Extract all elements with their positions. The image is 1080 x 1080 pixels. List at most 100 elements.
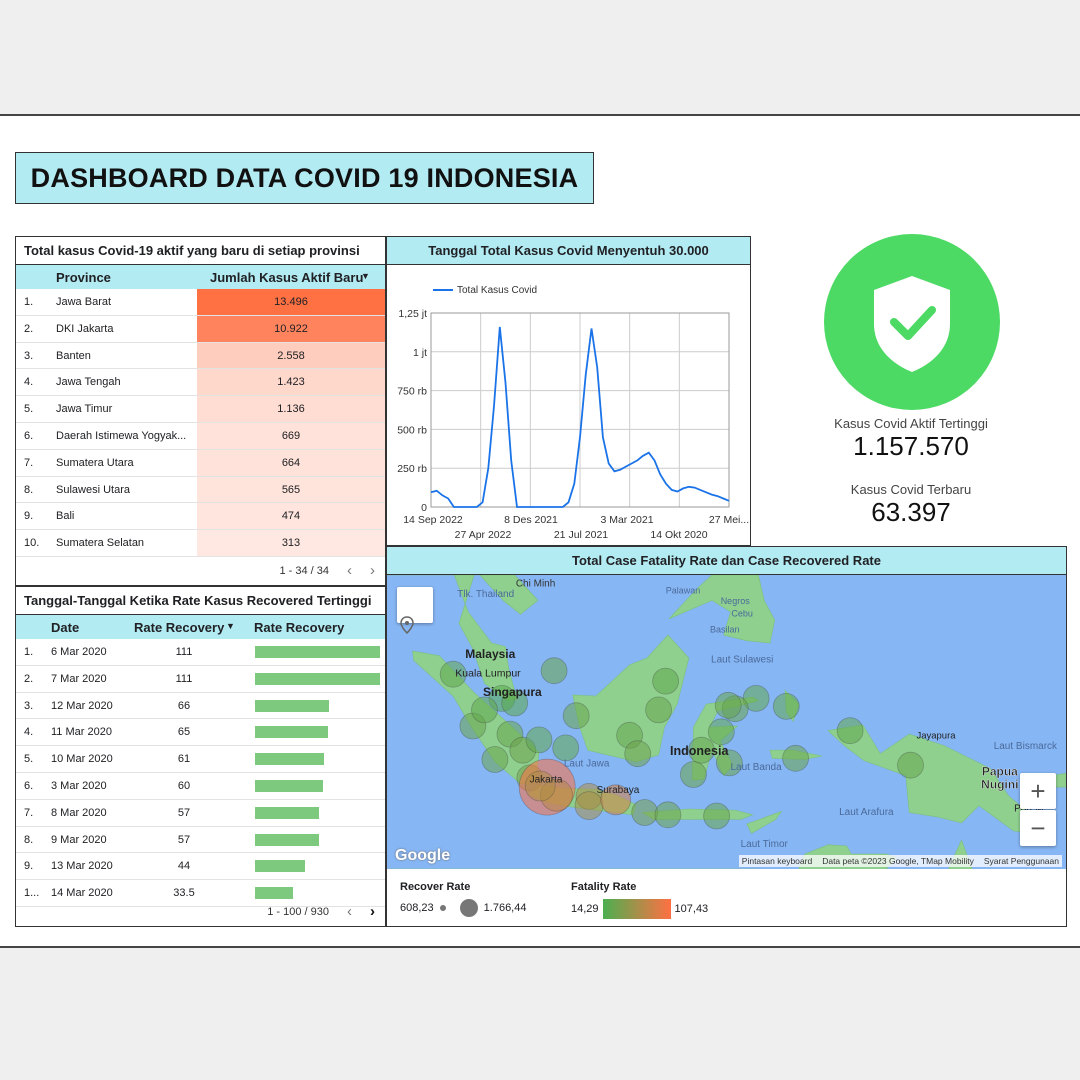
table-row[interactable]: 5. 10 Mar 2020 61 — [16, 746, 385, 773]
line-chart-panel: Tanggal Total Kasus Covid Menyentuh 30.0… — [386, 236, 751, 546]
col-rate-bar-header[interactable]: Rate Recovery — [254, 620, 344, 635]
table-row[interactable]: 1. Jawa Barat 13.496 — [16, 289, 385, 316]
col-active-cases-header[interactable]: Jumlah Kasus Aktif Baru — [210, 270, 363, 285]
map-label: Laut Jawa — [564, 758, 610, 769]
map-bubble[interactable] — [645, 696, 673, 724]
active-cases-value: 1.423 — [277, 376, 305, 389]
date-value: 14 Mar 2020 — [51, 887, 113, 900]
map-label: Nugini — [981, 778, 1018, 792]
prev-page-icon[interactable]: ‹ — [347, 562, 352, 579]
province-name: Sumatera Selatan — [56, 537, 145, 550]
province-name: DKI Jakarta — [56, 322, 114, 335]
y-tick-label: 750 rb — [397, 386, 427, 398]
table-row[interactable]: 6. Daerah Istimewa Yogyak... 669 — [16, 422, 385, 450]
bubble-map[interactable]: Tlk. ThailandChi Minh Malaysia Kuala Lumpu… — [387, 575, 1066, 869]
table-row[interactable]: 8. 9 Mar 2020 57 — [16, 827, 385, 854]
map-bubble[interactable] — [714, 691, 742, 719]
map-label: Jayapura — [916, 731, 956, 742]
y-tick-label: 0 — [421, 502, 427, 514]
row-number: 1. — [24, 296, 34, 308]
province-table-panel: Total kasus Covid-19 aktif yang baru di … — [15, 236, 386, 586]
active-cases-value: 13.496 — [274, 296, 308, 308]
map-bubble[interactable] — [836, 717, 864, 745]
table-row[interactable]: 3. 12 Mar 2020 66 — [16, 693, 385, 720]
table-row[interactable]: 9. Bali 474 — [16, 503, 385, 531]
table-row[interactable]: 3. Banten 2.558 — [16, 342, 385, 370]
map-bubble[interactable] — [481, 746, 509, 773]
location-pin-icon[interactable] — [397, 587, 433, 635]
terms-link[interactable]: Syarat Penggunaan — [984, 856, 1059, 866]
active-cases-value: 1.136 — [277, 403, 305, 416]
map-bubble[interactable] — [471, 696, 498, 724]
map-label: Malaysia — [465, 647, 515, 661]
table-row[interactable]: 9. 13 Mar 2020 44 — [16, 853, 385, 881]
map-bubble[interactable] — [897, 751, 924, 779]
map-bubble[interactable] — [562, 702, 590, 730]
province-table-body: 1. Jawa Barat 13.496 2. DKI Jakarta 10.922 3. B… — [16, 289, 385, 557]
table-row[interactable]: 7. Sumatera Utara 664 — [16, 449, 385, 477]
y-tick-label: 1 jt — [413, 347, 427, 359]
table-row[interactable]: 4. 11 Mar 2020 65 — [16, 719, 385, 747]
map-label: Laut Banda — [731, 762, 783, 773]
kpi-active-value: 1.157.570 — [853, 431, 969, 461]
kpi-active-label: Kasus Covid Aktif Tertinggi — [834, 416, 988, 431]
table-row[interactable]: 10. Sumatera Selatan 313 — [16, 530, 385, 557]
zoom-in-button[interactable]: + — [1020, 773, 1056, 809]
table-row[interactable]: 1. 6 Mar 2020 111 — [16, 639, 385, 666]
map-bubble[interactable] — [552, 734, 580, 762]
table-row[interactable]: 5. Jawa Timur 1.136 — [16, 396, 385, 423]
line-chart-heading: Tanggal Total Kasus Covid Menyentuh 30.0… — [387, 237, 750, 265]
row-number: 3. — [24, 699, 34, 712]
row-number: 8. — [24, 833, 34, 846]
rate-value: 57 — [177, 806, 191, 819]
map-bubble[interactable] — [707, 718, 735, 746]
map-bubble[interactable] — [703, 802, 731, 830]
map-bubble[interactable] — [540, 657, 568, 685]
map-bubble[interactable] — [679, 761, 707, 788]
x-tick-label: 27 Apr 2022 — [455, 529, 512, 541]
map-heading: Total Case Fatality Rate dan Case Recove… — [387, 547, 1066, 575]
zoom-out-button[interactable]: − — [1020, 810, 1056, 846]
next-page-icon[interactable]: › — [370, 903, 375, 920]
table-row[interactable]: 2. DKI Jakarta 10.922 — [16, 315, 385, 343]
recover-legend-title: Recover Rate — [400, 881, 471, 893]
province-name: Bali — [56, 510, 75, 523]
keyboard-shortcuts-link[interactable]: Pintasan keyboard — [742, 856, 812, 866]
map-label: Chi Minh — [516, 579, 555, 590]
prev-page-icon[interactable]: ‹ — [347, 903, 352, 920]
sort-down-icon[interactable]: ▼ — [226, 621, 235, 631]
map-bubble[interactable] — [772, 692, 800, 720]
map-bubble[interactable] — [652, 667, 680, 695]
table-row[interactable]: 8. Sulawesi Utara 565 — [16, 476, 385, 504]
map-bubble[interactable] — [525, 726, 553, 754]
map-label: Palawan — [666, 585, 701, 595]
col-province-header[interactable]: Province — [56, 270, 111, 285]
map-bubble[interactable] — [654, 801, 682, 829]
province-name: Sulawesi Utara — [56, 483, 130, 496]
x-tick-label: 8 Des 2021 — [504, 514, 558, 526]
map-bubble[interactable] — [782, 744, 810, 772]
table-row[interactable]: 7. 8 Mar 2020 57 — [16, 800, 385, 827]
map-bubble[interactable] — [624, 740, 652, 768]
fatality-rate-legend: Fatality Rate 14,29 107,43 — [571, 881, 708, 919]
active-cases-value: 474 — [281, 510, 301, 523]
next-page-icon[interactable]: › — [370, 562, 375, 579]
map-bubble[interactable] — [631, 799, 659, 826]
recovery-table-heading: Tanggal-Tanggal Ketika Rate Kasus Recove… — [16, 587, 385, 615]
col-rate-header[interactable]: Rate Recovery — [134, 620, 224, 635]
map-label: Laut Arafura — [839, 807, 894, 818]
table-row[interactable]: 4. Jawa Tengah 1.423 — [16, 369, 385, 397]
table-row[interactable]: 6. 3 Mar 2020 60 — [16, 773, 385, 800]
map-label: Jakarta — [530, 775, 563, 786]
sort-down-icon[interactable]: ▼ — [361, 271, 370, 281]
rate-value: 57 — [177, 833, 191, 846]
recover-legend-max: 1.766,44 — [483, 902, 527, 914]
map-label: Laut Bismarck — [994, 741, 1058, 752]
map-label: Basilan — [710, 625, 740, 635]
col-date-header[interactable]: Date — [51, 620, 79, 635]
table-row[interactable]: 2. 7 Mar 2020 111 — [16, 666, 385, 693]
dashboard-title: DASHBOARD DATA COVID 19 INDONESIA — [30, 162, 579, 193]
map-label: Tlk. Thailand — [457, 589, 514, 600]
active-cases-value: 565 — [281, 483, 301, 496]
line-chart: 0 250 rb 500 rb 750 rb 1 jt 1,25 jt Total Kasu… — [397, 285, 749, 541]
